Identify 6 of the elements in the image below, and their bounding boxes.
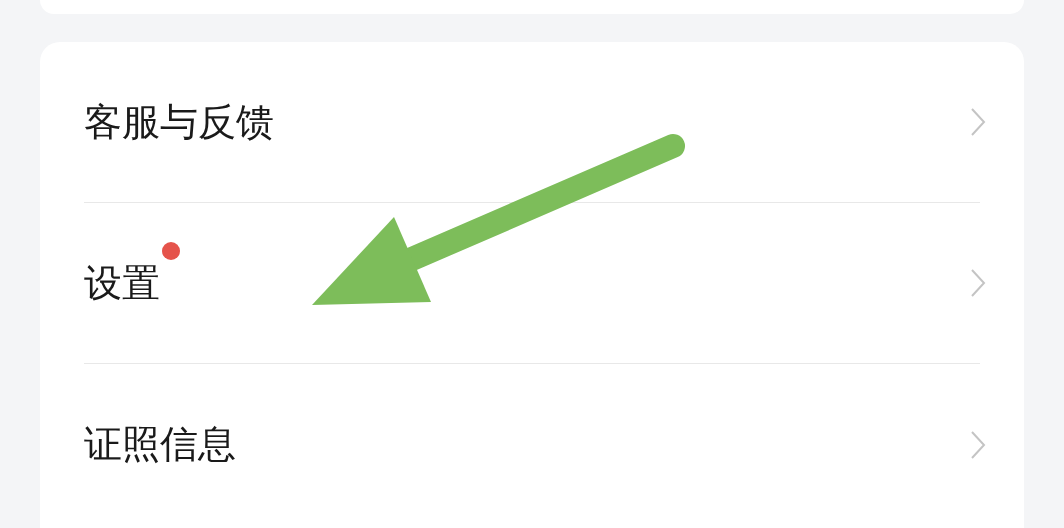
chevron-right-icon bbox=[970, 429, 986, 460]
menu-item-label[interactable]: 证照信息 bbox=[84, 422, 236, 466]
menu-item-label[interactable]: 设置 bbox=[84, 260, 160, 305]
chevron-right-icon bbox=[970, 268, 986, 298]
chevron-right-icon bbox=[970, 107, 986, 137]
menu-item-label[interactable]: 客服与反馈 bbox=[84, 99, 274, 144]
